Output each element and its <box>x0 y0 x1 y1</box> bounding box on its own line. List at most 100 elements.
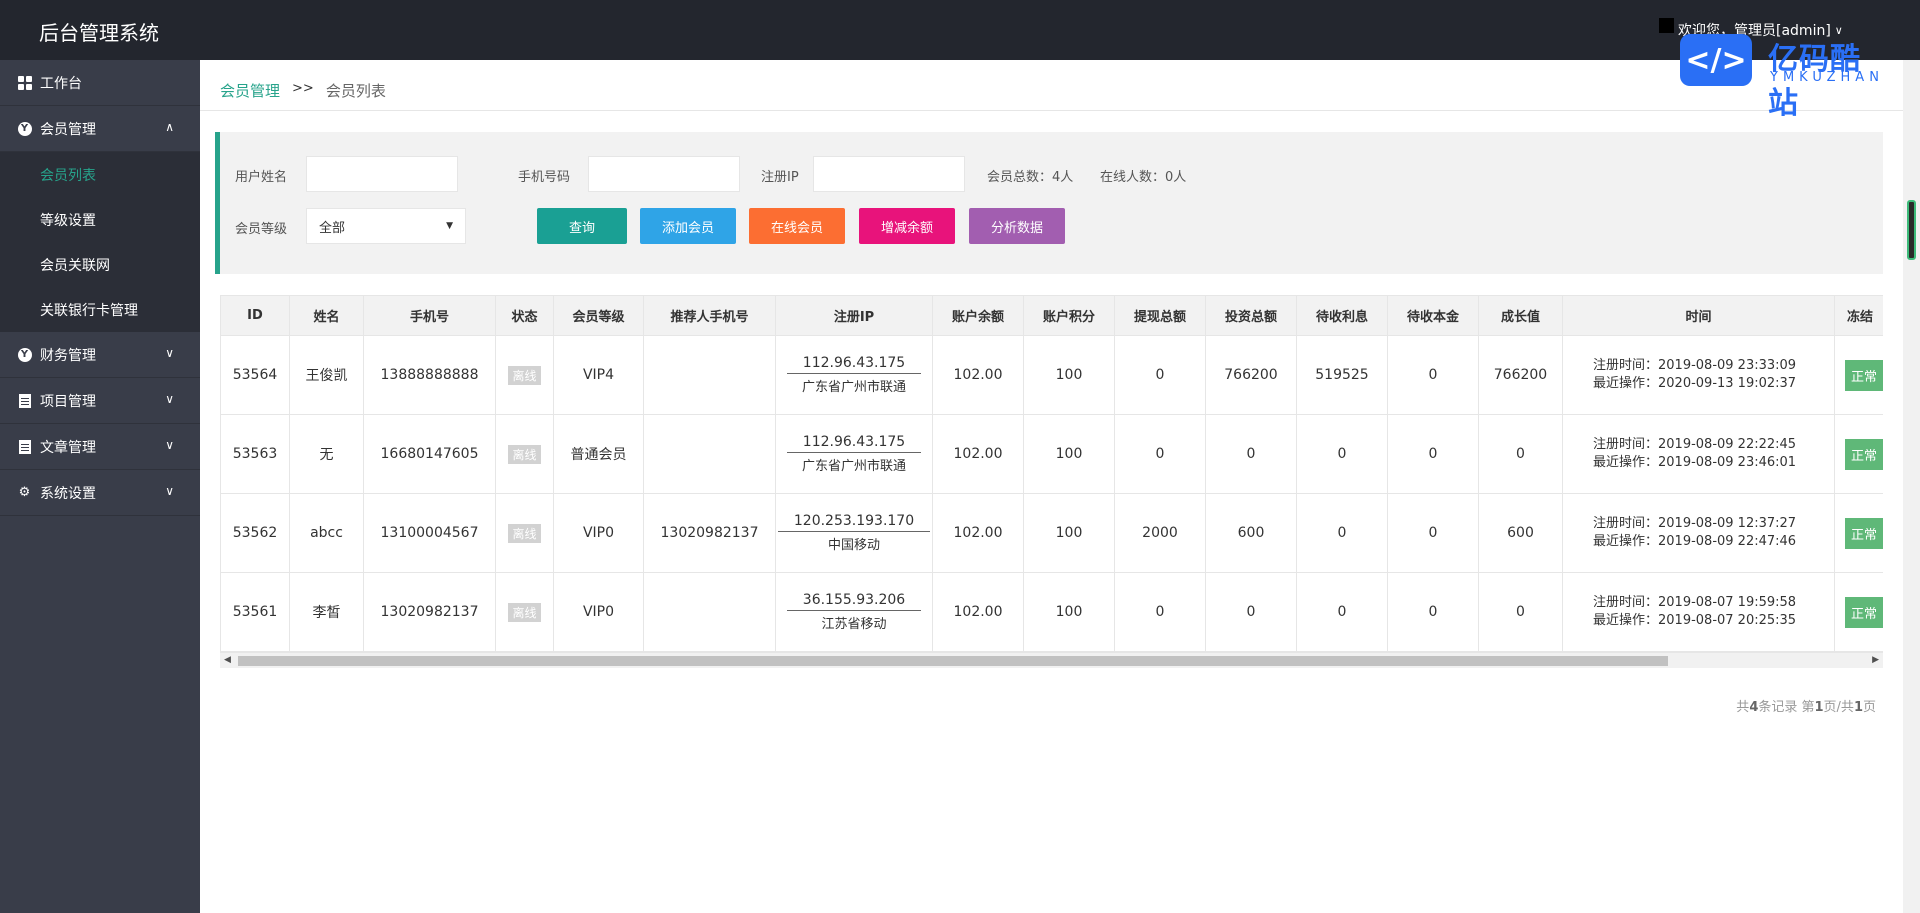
cell-time: 注册时间：2019-08-09 12:37:27 最近操作：2019-08-09 … <box>1562 493 1835 573</box>
cell-time: 注册时间：2019-08-09 23:33:09 最近操作：2020-09-13 … <box>1562 335 1835 415</box>
member-table-container: ID 姓名 手机号 状态 会员等级 推荐人手机号 注册IP 账户余额 账户积分 … <box>220 295 1883 667</box>
cell-withdraw: 0 <box>1114 572 1206 652</box>
code-icon: </> <box>1680 34 1752 86</box>
cell-freeze: 正常 <box>1834 572 1883 652</box>
pager-page: 1 <box>1814 700 1824 715</box>
last-op-time: 最近操作：2019-08-09 22:47:46 <box>1593 534 1797 549</box>
sidebar-subitem-member-list[interactable]: 会员列表 <box>0 152 200 197</box>
col-header: 投资总额 <box>1205 295 1297 336</box>
online-members-button[interactable]: 在线会员 <box>749 208 845 244</box>
cell-ip: 112.96.43.175 广东省广州市联通 <box>775 414 933 494</box>
sidebar-item-dashboard[interactable]: 工作台 <box>0 60 200 106</box>
adjust-balance-button[interactable]: 增减余额 <box>859 208 955 244</box>
scroll-left-icon[interactable]: ◀ <box>224 655 231 665</box>
freeze-toggle-button[interactable]: 正常 <box>1845 359 1883 391</box>
cell-freeze: 正常 <box>1834 493 1883 573</box>
table-row: 53564 王俊凯 13888888888 离线 VIP4 112.96.43.175 广东… <box>220 335 1883 415</box>
article-icon <box>17 439 32 454</box>
pagination-info: 共4条记录 第1页/共1页 <box>1700 696 1876 715</box>
online-count-text: 在线人数：0人 <box>1100 170 1187 185</box>
cell-points: 100 <box>1023 414 1115 494</box>
table-row: 53563 无 16680147605 离线 普通会员 112.96.43.175 广东省广… <box>220 414 1883 494</box>
cell-points: 100 <box>1023 572 1115 652</box>
caret-down-icon: ▼ <box>446 221 453 231</box>
col-header: 手机号 <box>363 295 496 336</box>
finance-icon: Y <box>17 347 32 362</box>
top-header: 后台管理系统 欢迎您，管理员[admin] ∨ <box>0 0 1920 60</box>
vertical-scrollbar[interactable] <box>1903 60 1920 913</box>
cell-level: 普通会员 <box>553 414 644 494</box>
pager-count: 4 <box>1749 700 1759 715</box>
sidebar-item-label: 财务管理 <box>40 347 96 364</box>
cell-name: abcc <box>289 493 364 573</box>
freeze-toggle-button[interactable]: 正常 <box>1845 517 1883 549</box>
analyze-data-button[interactable]: 分析数据 <box>969 208 1065 244</box>
member-icon: Y <box>17 121 32 136</box>
sidebar-item-projects[interactable]: 项目管理 ∨ <box>0 378 200 424</box>
pager-text: 页/共 <box>1823 700 1854 715</box>
cell-invest: 0 <box>1205 414 1297 494</box>
level-select[interactable]: 全部 ▼ <box>306 208 466 244</box>
col-header: 时间 <box>1562 295 1835 336</box>
sidebar-item-finance[interactable]: Y 财务管理 ∨ <box>0 332 200 378</box>
sidebar-item-settings[interactable]: ⚙ 系统设置 ∨ <box>0 470 200 516</box>
cell-interest: 0 <box>1296 493 1388 573</box>
freeze-toggle-button[interactable]: 正常 <box>1845 596 1883 628</box>
cell-level: VIP4 <box>553 335 644 415</box>
cell-phone: 13888888888 <box>363 335 496 415</box>
cell-freeze: 正常 <box>1834 414 1883 494</box>
col-header: 成长值 <box>1478 295 1563 336</box>
sidebar-item-members[interactable]: Y 会员管理 ∧ <box>0 106 200 152</box>
cell-ip: 120.253.193.170 中国移动 <box>775 493 933 573</box>
cell-status: 离线 <box>495 572 554 652</box>
cell-referrer <box>643 572 776 652</box>
table-row: 53562 abcc 13100004567 离线 VIP0 13020982137 120… <box>220 493 1883 573</box>
cell-status: 离线 <box>495 335 554 415</box>
scrollbar-thumb[interactable] <box>1907 200 1916 260</box>
pager-total: 1 <box>1853 700 1863 715</box>
cell-referrer: 13020982137 <box>643 493 776 573</box>
cell-interest: 519525 <box>1296 335 1388 415</box>
col-header: 姓名 <box>289 295 364 336</box>
ip-address: 120.253.193.170 <box>777 513 931 532</box>
col-header: 推荐人手机号 <box>643 295 776 336</box>
cell-points: 100 <box>1023 335 1115 415</box>
phone-label: 手机号码 <box>518 170 571 185</box>
cell-id: 53561 <box>220 572 290 652</box>
table-row: 53561 李皙 13020982137 离线 VIP0 36.155.93.206 江苏省… <box>220 572 1883 652</box>
sidebar-subitem-bank-cards[interactable]: 关联银行卡管理 <box>0 287 200 332</box>
cell-withdraw: 0 <box>1114 414 1206 494</box>
col-header: 会员等级 <box>553 295 644 336</box>
cell-withdraw: 0 <box>1114 335 1206 415</box>
sidebar-subitem-member-network[interactable]: 会员关联网 <box>0 242 200 287</box>
ip-address: 36.155.93.206 <box>786 592 922 611</box>
search-button[interactable]: 查询 <box>537 208 627 244</box>
col-header: 冻结 <box>1834 295 1883 336</box>
freeze-toggle-button[interactable]: 正常 <box>1845 438 1883 470</box>
ip-input[interactable] <box>813 156 965 192</box>
phone-input[interactable] <box>588 156 740 192</box>
sidebar-item-articles[interactable]: 文章管理 ∨ <box>0 424 200 470</box>
sidebar-subitem-level-settings[interactable]: 等级设置 <box>0 197 200 242</box>
cell-growth: 0 <box>1478 572 1563 652</box>
horizontal-scrollbar[interactable]: ◀ ▶ <box>220 652 1883 668</box>
add-member-button[interactable]: 添加会员 <box>640 208 736 244</box>
col-header: 账户积分 <box>1023 295 1115 336</box>
reg-time: 注册时间：2019-08-09 22:22:45 <box>1593 437 1797 452</box>
cell-invest: 600 <box>1205 493 1297 573</box>
username-input[interactable] <box>306 156 458 192</box>
sidebar-item-label: 项目管理 <box>40 393 96 410</box>
cell-principal: 0 <box>1387 572 1479 652</box>
cell-withdraw: 2000 <box>1114 493 1206 573</box>
last-op-time: 最近操作：2020-09-13 19:02:37 <box>1593 376 1797 391</box>
filter-panel: 用户姓名 手机号码 注册IP 会员总数：4人 在线人数：0人 会员等级 全部 ▼… <box>215 132 1883 274</box>
chevron-up-icon: ∧ <box>165 120 174 134</box>
cell-principal: 0 <box>1387 414 1479 494</box>
reg-time: 注册时间：2019-08-07 19:59:58 <box>1593 595 1797 610</box>
breadcrumb-parent[interactable]: 会员管理 <box>220 80 280 101</box>
scrollbar-thumb[interactable] <box>238 656 1668 666</box>
cell-points: 100 <box>1023 493 1115 573</box>
scroll-right-icon[interactable]: ▶ <box>1872 655 1879 665</box>
col-header: 待收本金 <box>1387 295 1479 336</box>
status-badge: 离线 <box>508 444 541 464</box>
